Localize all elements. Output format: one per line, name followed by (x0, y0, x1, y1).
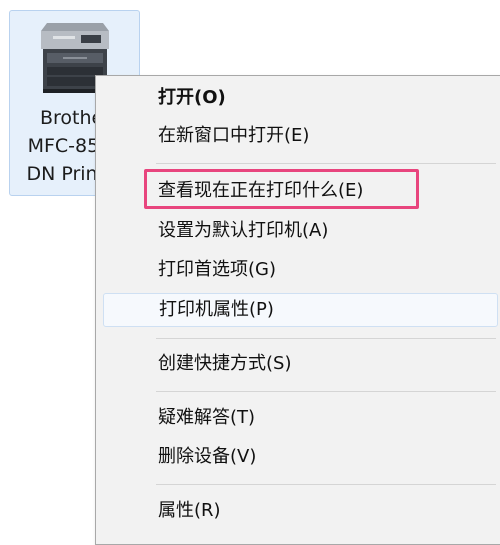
menu-separator (156, 391, 496, 392)
menu-item-create-shortcut[interactable]: 创建快捷方式(S) (96, 347, 500, 381)
menu-item-properties[interactable]: 属性(R) (96, 494, 500, 528)
menu-item-troubleshoot[interactable]: 疑难解答(T) (96, 401, 500, 435)
menu-item-printer-properties[interactable]: 打印机属性(P) (103, 293, 498, 327)
menu-separator (156, 338, 496, 339)
menu-separator (156, 163, 496, 164)
menu-item-remove-device[interactable]: 删除设备(V) (96, 440, 500, 474)
menu-item-open-new-window[interactable]: 在新窗口中打开(E) (96, 119, 500, 153)
menu-item-printing-preferences[interactable]: 打印首选项(G) (96, 253, 500, 287)
context-menu: 打开(O) 在新窗口中打开(E) 查看现在正在打印什么(E) 设置为默认打印机(… (95, 75, 500, 545)
menu-separator (156, 484, 496, 485)
annotation-highlight-box (144, 169, 419, 209)
menu-item-set-default-printer[interactable]: 设置为默认打印机(A) (96, 214, 500, 248)
menu-item-open[interactable]: 打开(O) (96, 81, 500, 115)
